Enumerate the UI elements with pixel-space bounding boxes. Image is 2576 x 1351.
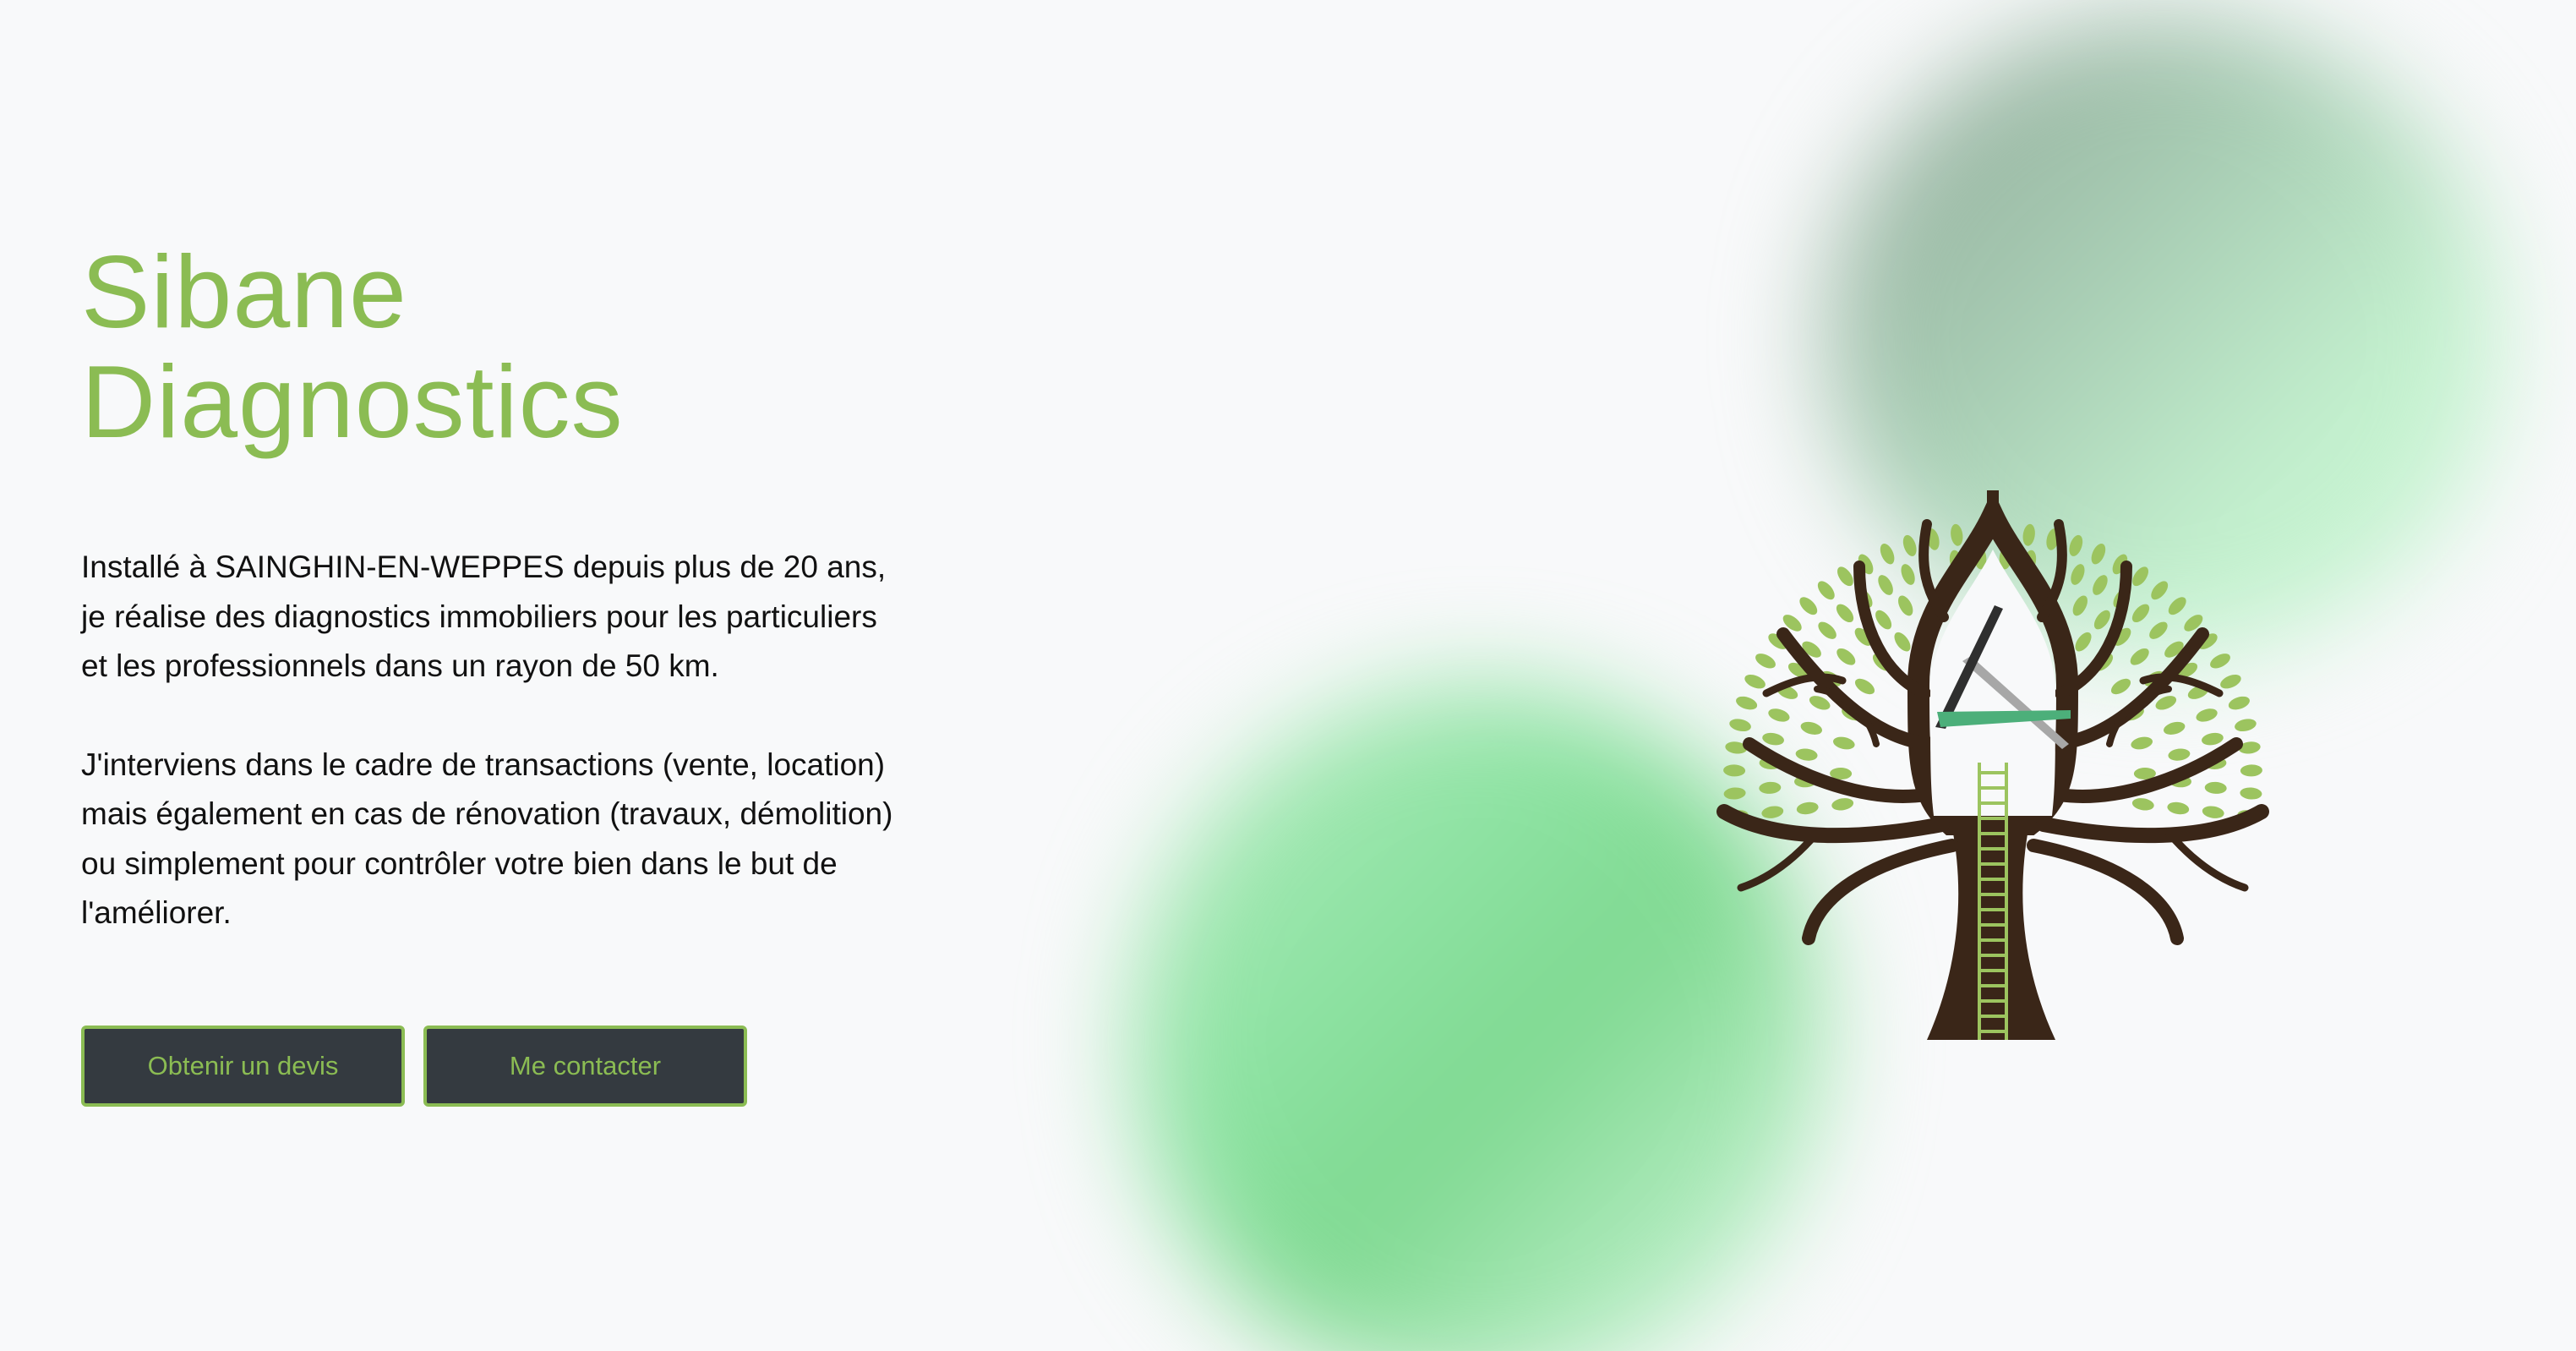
leaf-icon: [2069, 534, 2083, 556]
leaf-icon: [1759, 781, 1782, 794]
get-quote-button[interactable]: Obtenir un devis: [81, 1026, 405, 1107]
leaf-icon: [2220, 674, 2241, 689]
leaf-icon: [2164, 721, 2186, 735]
leaf-icon: [2167, 801, 2190, 815]
leaf-icon: [2204, 781, 2227, 794]
leaf-icon: [1818, 621, 1836, 639]
leaf-icon: [2075, 632, 2092, 652]
leaf-icon: [1744, 674, 1766, 689]
leaf-icon: [2110, 678, 2131, 695]
leaf-icon: [1761, 806, 1784, 818]
leaf-icon: [1723, 764, 1746, 777]
leaf-icon: [2093, 575, 2108, 595]
contact-button[interactable]: Me contacter: [423, 1026, 747, 1107]
services-paragraph: J'interviens dans le cadre de transactio…: [81, 747, 893, 931]
leaf-icon: [1796, 801, 1819, 815]
leaf-icon: [1799, 597, 1818, 615]
page: Sibane Diagnostics Installé à SAINGHIN-E…: [0, 0, 2576, 1351]
leaf-icon: [1894, 632, 1911, 652]
leaf-icon: [1854, 678, 1875, 695]
leaf-icon: [1800, 721, 1822, 735]
leaf-icon: [2091, 543, 2106, 565]
leaf-icon: [1898, 595, 1913, 616]
leaf-icon: [2149, 621, 2168, 639]
leaf-icon: [2202, 732, 2224, 746]
leaf-icon: [1736, 696, 1758, 710]
leaf-icon: [2196, 708, 2218, 722]
intro-paragraph: Installé à SAINGHIN-EN-WEPPES depuis plu…: [81, 550, 887, 683]
leaf-icon: [1795, 748, 1818, 761]
cta-buttons: Obtenir un devis Me contacter: [81, 1026, 747, 1107]
leaf-icon: [1817, 581, 1835, 600]
leaf-icon: [2240, 787, 2262, 800]
leaf-icon: [2071, 564, 2085, 585]
title-line-2: Diagnostics: [81, 344, 624, 459]
leaf-icon: [1902, 534, 1917, 556]
tree-house-clock-logo-icon: [1716, 490, 2269, 1040]
leaf-icon: [2168, 597, 2186, 615]
leaf-icon: [1836, 566, 1853, 587]
leaf-icon: [2130, 648, 2149, 665]
leaf-icon: [1880, 543, 1895, 565]
leaf-icon: [2240, 764, 2262, 777]
hero-section: Sibane Diagnostics Installé à SAINGHIN-E…: [81, 237, 909, 938]
leaf-icon: [2022, 523, 2035, 546]
leaf-icon: [2131, 604, 2150, 623]
leaf-icon: [1951, 523, 1963, 546]
leaf-icon: [2131, 798, 2154, 811]
leaf-icon: [1729, 719, 1751, 732]
leaf-icon: [2168, 748, 2191, 761]
leaf-icon: [1836, 648, 1856, 665]
leaf-icon: [1878, 575, 1893, 595]
leaf-icon: [1901, 564, 1915, 585]
leaf-icon: [2210, 654, 2230, 669]
title-line-1: Sibane: [81, 234, 407, 349]
page-title: Sibane Diagnostics: [81, 237, 909, 457]
leaf-icon: [2228, 696, 2250, 710]
leaf-icon: [2151, 581, 2169, 600]
leaf-icon: [1768, 708, 1790, 722]
leaf-icon: [1831, 798, 1854, 811]
leaf-icon: [2132, 566, 2149, 587]
leaf-icon: [2131, 736, 2153, 750]
leaf-icon: [1723, 787, 1746, 800]
leaf-icon: [2235, 719, 2257, 732]
leaf-icon: [1762, 732, 1784, 746]
leaf-icon: [1836, 604, 1854, 623]
leaf-icon: [2072, 595, 2088, 616]
leaf-icon: [1833, 736, 1855, 750]
leaf-icon: [2202, 806, 2224, 818]
leaf-icon: [1755, 654, 1776, 669]
